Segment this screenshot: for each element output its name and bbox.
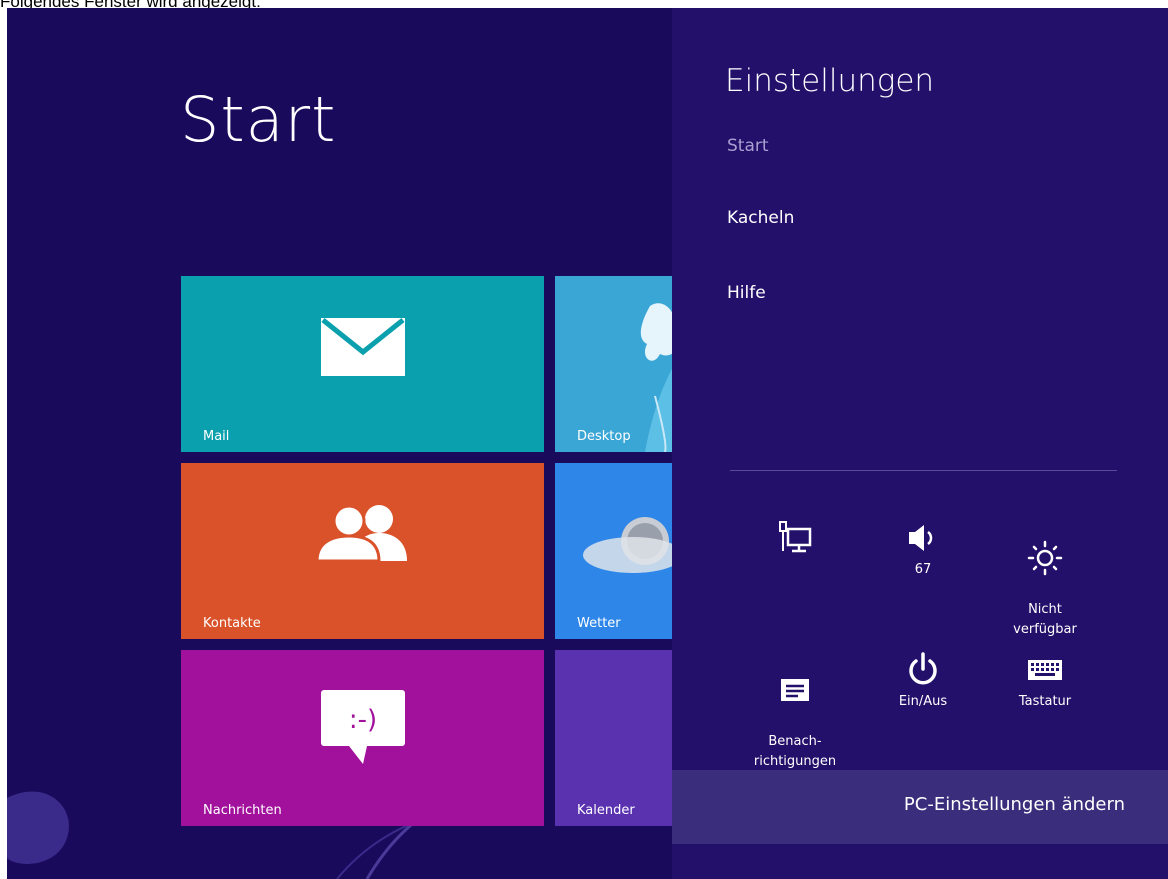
charm-item-start: Start — [727, 136, 769, 156]
tile-label: Nachrichten — [203, 803, 282, 818]
brightness-label: Nicht verfügbar — [1013, 602, 1077, 637]
chat-smiley-icon: :-) — [321, 690, 405, 764]
settings-charm-panel: Einstellungen Start Kacheln Hilfe 67 Nic… — [672, 8, 1168, 879]
tile-kontakte[interactable]: Kontakte — [181, 463, 544, 639]
notifications-icon — [781, 679, 809, 701]
keyboard-icon — [1028, 660, 1062, 680]
pc-settings-bar[interactable]: PC-Einstellungen ändern — [672, 770, 1168, 844]
power-icon — [909, 652, 937, 685]
smiley-text: :-) — [349, 705, 377, 735]
pc-settings-link[interactable]: PC-Einstellungen ändern — [904, 794, 1125, 815]
charm-divider — [730, 470, 1117, 471]
people-icon — [317, 504, 407, 561]
network-icon — [779, 521, 812, 553]
volume-button[interactable]: 67 — [868, 516, 978, 580]
tile-label: Mail — [203, 429, 230, 444]
power-label: Ein/Aus — [898, 694, 948, 709]
start-screen: Start Mail Desktop Kontakte Wetter:-) N… — [7, 8, 1168, 879]
notifications-label: Benach- richtigungen — [753, 734, 837, 769]
tile-label: Kontakte — [203, 616, 261, 631]
tile-mail[interactable]: Mail — [181, 276, 544, 452]
network-button[interactable] — [740, 516, 850, 560]
start-title: Start — [180, 83, 337, 156]
keyboard-button[interactable]: Tastatur — [990, 648, 1100, 712]
charm-item-hilfe[interactable]: Hilfe — [727, 283, 766, 303]
envelope-icon — [321, 318, 405, 376]
tile-label: Kalender — [577, 803, 635, 818]
volume-icon — [909, 525, 933, 551]
tile-label: Wetter — [577, 616, 621, 631]
tile-nachrichten[interactable]: :-) Nachrichten — [181, 650, 544, 826]
brightness-icon — [1027, 540, 1063, 576]
tile-label: Desktop — [577, 429, 631, 444]
power-button[interactable]: Ein/Aus — [868, 648, 978, 712]
brightness-button[interactable]: Nicht verfügbar — [990, 516, 1100, 660]
keyboard-label: Tastatur — [1018, 694, 1072, 709]
page-caption: Folgendes Fenster wird angezeigt: — [0, 0, 261, 11]
volume-label: 67 — [914, 562, 932, 577]
charm-item-kacheln[interactable]: Kacheln — [727, 208, 794, 228]
charm-title: Einstellungen — [725, 63, 935, 99]
